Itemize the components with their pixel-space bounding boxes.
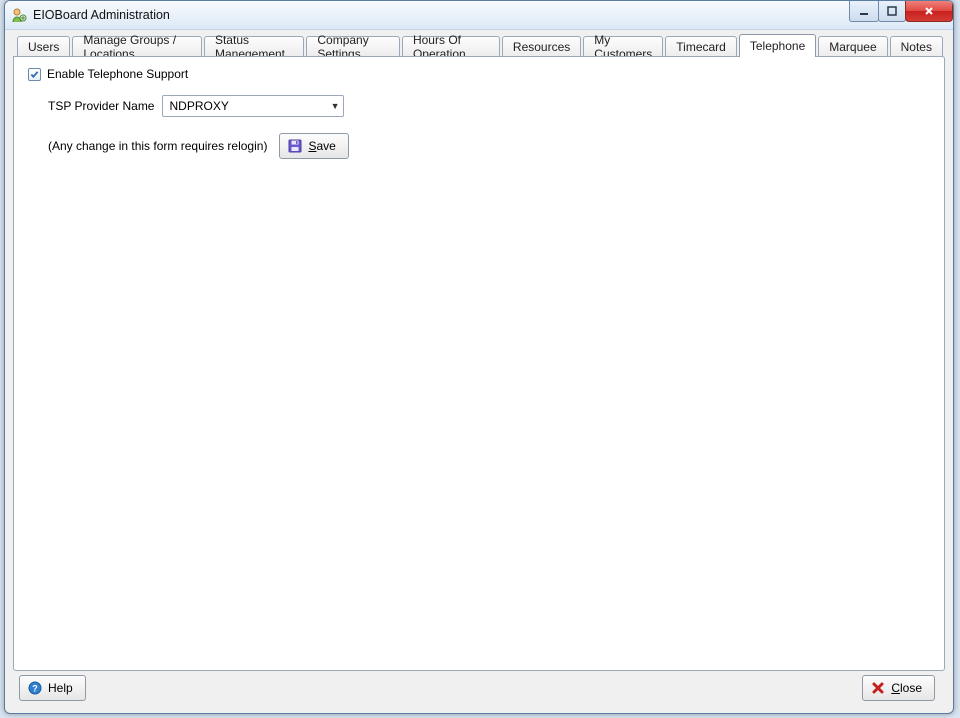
hint-row: (Any change in this form requires relogi…	[48, 133, 930, 159]
tab-my-customers[interactable]: My Customers	[583, 36, 663, 57]
close-x-icon	[871, 681, 885, 695]
minimize-icon	[858, 5, 870, 17]
maximize-button[interactable]	[878, 1, 906, 22]
close-button[interactable]: Close	[862, 675, 935, 701]
help-button[interactable]: ? Help	[19, 675, 86, 701]
tab-marquee[interactable]: Marquee	[818, 36, 887, 57]
tsp-provider-label: TSP Provider Name	[48, 99, 154, 113]
telephone-panel: Enable Telephone Support TSP Provider Na…	[13, 56, 945, 671]
save-icon	[288, 139, 302, 153]
help-button-label: Help	[48, 681, 73, 695]
tab-manage-groups-locations[interactable]: Manage Groups / Locations	[72, 36, 202, 57]
enable-telephone-row: Enable Telephone Support	[28, 67, 930, 81]
enable-telephone-checkbox[interactable]	[28, 68, 41, 81]
tab-notes[interactable]: Notes	[890, 36, 943, 57]
title-bar: EIOBoard Administration	[5, 1, 953, 30]
tab-telephone[interactable]: Telephone	[739, 34, 816, 57]
enable-telephone-label: Enable Telephone Support	[47, 67, 188, 81]
maximize-icon	[886, 5, 898, 17]
relogin-hint: (Any change in this form requires relogi…	[48, 139, 267, 153]
close-button-label: Close	[891, 681, 922, 695]
tsp-provider-value: NDPROXY	[169, 99, 228, 113]
tab-resources[interactable]: Resources	[502, 36, 581, 57]
close-window-button[interactable]	[905, 1, 953, 22]
close-icon	[923, 5, 935, 17]
tab-hours-of-operation[interactable]: Hours Of Operation	[402, 36, 500, 57]
caption-buttons	[850, 1, 953, 21]
chevron-down-icon: ▼	[331, 101, 340, 111]
tab-status-management[interactable]: Status Manegement	[204, 36, 304, 57]
svg-text:?: ?	[32, 684, 38, 694]
footer-bar: ? Help Close	[13, 671, 945, 705]
tsp-provider-row: TSP Provider Name NDPROXY ▼	[48, 95, 930, 117]
tab-timecard[interactable]: Timecard	[665, 36, 737, 57]
tab-company-settings[interactable]: Company Settings	[306, 36, 400, 57]
tab-bar: Users Manage Groups / Locations Status M…	[13, 34, 945, 56]
help-icon: ?	[28, 681, 42, 695]
admin-window: EIOBoard Administration Users Manage Gro…	[4, 0, 954, 714]
save-button-label: Save	[308, 139, 335, 153]
tsp-provider-dropdown[interactable]: NDPROXY ▼	[162, 95, 344, 117]
minimize-button[interactable]	[849, 1, 879, 22]
client-area: Users Manage Groups / Locations Status M…	[5, 30, 953, 713]
window-title: EIOBoard Administration	[33, 8, 170, 22]
tab-users[interactable]: Users	[17, 36, 70, 57]
app-icon	[11, 7, 27, 23]
save-button[interactable]: Save	[279, 133, 348, 159]
check-icon	[30, 70, 39, 79]
